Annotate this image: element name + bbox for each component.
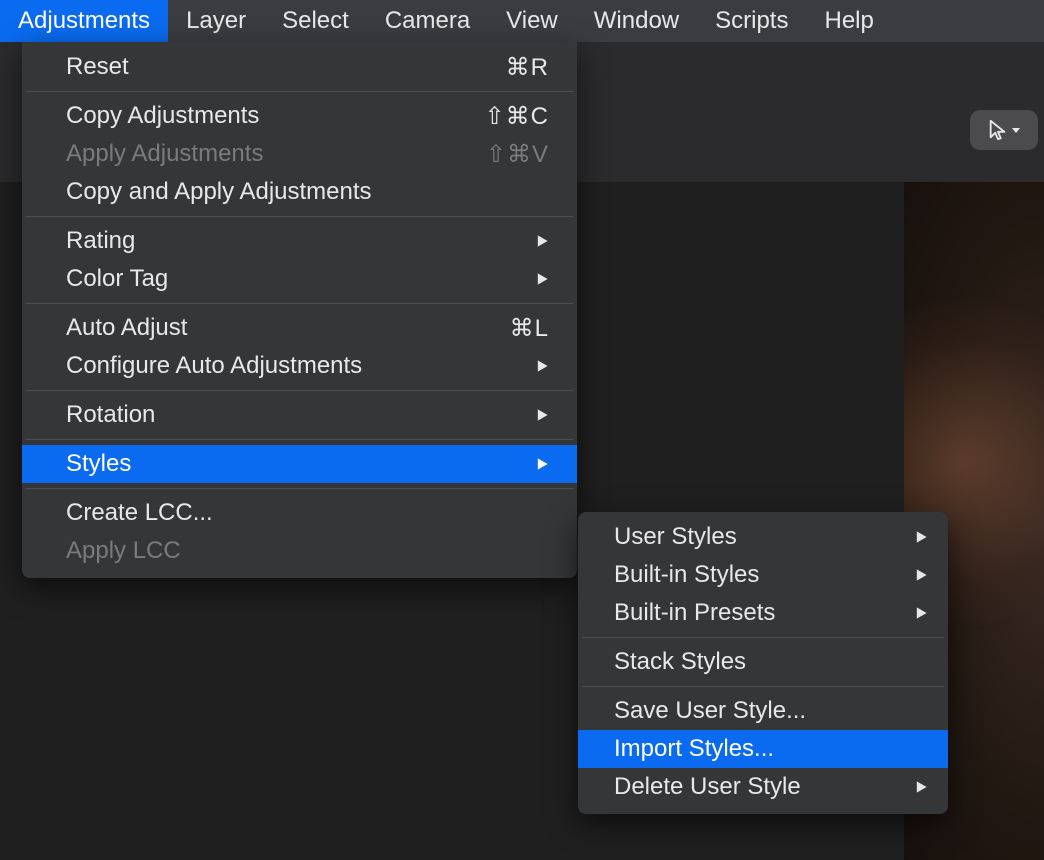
menu-label: Stack Styles — [614, 648, 746, 676]
menubar-item-view[interactable]: View — [488, 0, 576, 42]
menubar-item-camera[interactable]: Camera — [367, 0, 488, 42]
menu-separator — [582, 637, 944, 638]
cursor-tool-button[interactable] — [970, 110, 1038, 150]
menu-label: Built-in Presets — [614, 599, 775, 627]
menu-item-rating[interactable]: Rating — [22, 222, 577, 260]
menubar-item-window[interactable]: Window — [576, 0, 697, 42]
menu-label: Apply LCC — [66, 537, 181, 565]
menu-label: Color Tag — [66, 265, 168, 293]
menu-item-rotation[interactable]: Rotation — [22, 396, 577, 434]
menu-separator — [582, 686, 944, 687]
menu-item-auto-adjust[interactable]: Auto Adjust ⌘L — [22, 309, 577, 347]
menubar-item-layer[interactable]: Layer — [168, 0, 264, 42]
submenu-item-builtin-presets[interactable]: Built-in Presets — [578, 594, 948, 632]
menubar-label: Select — [282, 7, 349, 35]
menu-separator — [26, 439, 573, 440]
menu-item-color-tag[interactable]: Color Tag — [22, 260, 577, 298]
menu-item-configure-auto-adjustments[interactable]: Configure Auto Adjustments — [22, 347, 577, 385]
menu-item-apply-lcc: Apply LCC — [22, 532, 577, 570]
menu-separator — [26, 303, 573, 304]
menu-item-copy-and-apply-adjustments[interactable]: Copy and Apply Adjustments — [22, 173, 577, 211]
submenu-arrow-icon — [535, 408, 549, 422]
menu-label: Styles — [66, 450, 131, 478]
menu-label: Auto Adjust — [66, 314, 187, 342]
menu-shortcut: ⌘R — [506, 53, 549, 82]
submenu-item-delete-user-style[interactable]: Delete User Style — [578, 768, 948, 806]
menu-shortcut: ⇧⌘V — [486, 140, 549, 169]
menu-label: User Styles — [614, 523, 737, 551]
submenu-item-user-styles[interactable]: User Styles — [578, 518, 948, 556]
menu-label: Copy and Apply Adjustments — [66, 178, 372, 206]
menubar-item-scripts[interactable]: Scripts — [697, 0, 806, 42]
menu-separator — [26, 91, 573, 92]
menu-label: Configure Auto Adjustments — [66, 352, 362, 380]
menu-label: Save User Style... — [614, 697, 806, 725]
menubar-label: Camera — [385, 7, 470, 35]
menubar-label: Help — [824, 7, 873, 35]
menubar-item-select[interactable]: Select — [264, 0, 367, 42]
submenu-arrow-icon — [535, 457, 549, 471]
menu-separator — [26, 390, 573, 391]
menu-label: Rotation — [66, 401, 155, 429]
menu-label: Import Styles... — [614, 735, 774, 763]
menubar-label: Scripts — [715, 7, 788, 35]
submenu-arrow-icon — [914, 780, 928, 794]
submenu-arrow-icon — [914, 606, 928, 620]
submenu-arrow-icon — [914, 530, 928, 544]
submenu-item-stack-styles[interactable]: Stack Styles — [578, 643, 948, 681]
menu-label: Apply Adjustments — [66, 140, 263, 168]
menubar-item-help[interactable]: Help — [806, 0, 891, 42]
menubar-label: Adjustments — [18, 7, 150, 35]
menu-label: Delete User Style — [614, 773, 801, 801]
styles-submenu: User Styles Built-in Styles Built-in Pre… — [578, 512, 948, 814]
adjustments-dropdown: Reset ⌘R Copy Adjustments ⇧⌘C Apply Adju… — [22, 42, 577, 578]
menubar: Adjustments Layer Select Camera View Win… — [0, 0, 1044, 42]
menu-separator — [26, 216, 573, 217]
submenu-item-builtin-styles[interactable]: Built-in Styles — [578, 556, 948, 594]
menubar-label: View — [506, 7, 558, 35]
submenu-item-import-styles[interactable]: Import Styles... — [578, 730, 948, 768]
submenu-arrow-icon — [535, 234, 549, 248]
menu-label: Create LCC... — [66, 499, 213, 527]
cursor-icon — [987, 119, 1009, 141]
menubar-label: Window — [594, 7, 679, 35]
menu-item-reset[interactable]: Reset ⌘R — [22, 48, 577, 86]
menu-label: Rating — [66, 227, 135, 255]
menu-shortcut: ⇧⌘C — [485, 102, 549, 131]
menu-label: Reset — [66, 53, 129, 81]
menu-label: Built-in Styles — [614, 561, 759, 589]
menu-item-apply-adjustments: Apply Adjustments ⇧⌘V — [22, 135, 577, 173]
menu-separator — [26, 488, 573, 489]
menu-label: Copy Adjustments — [66, 102, 259, 130]
menubar-label: Layer — [186, 7, 246, 35]
submenu-arrow-icon — [535, 272, 549, 286]
submenu-arrow-icon — [914, 568, 928, 582]
menu-shortcut: ⌘L — [510, 314, 549, 343]
submenu-item-save-user-style[interactable]: Save User Style... — [578, 692, 948, 730]
menu-item-create-lcc[interactable]: Create LCC... — [22, 494, 577, 532]
menu-item-styles[interactable]: Styles — [22, 445, 577, 483]
submenu-arrow-icon — [535, 359, 549, 373]
chevron-down-icon — [1011, 125, 1021, 135]
menu-item-copy-adjustments[interactable]: Copy Adjustments ⇧⌘C — [22, 97, 577, 135]
menubar-item-adjustments[interactable]: Adjustments — [0, 0, 168, 42]
